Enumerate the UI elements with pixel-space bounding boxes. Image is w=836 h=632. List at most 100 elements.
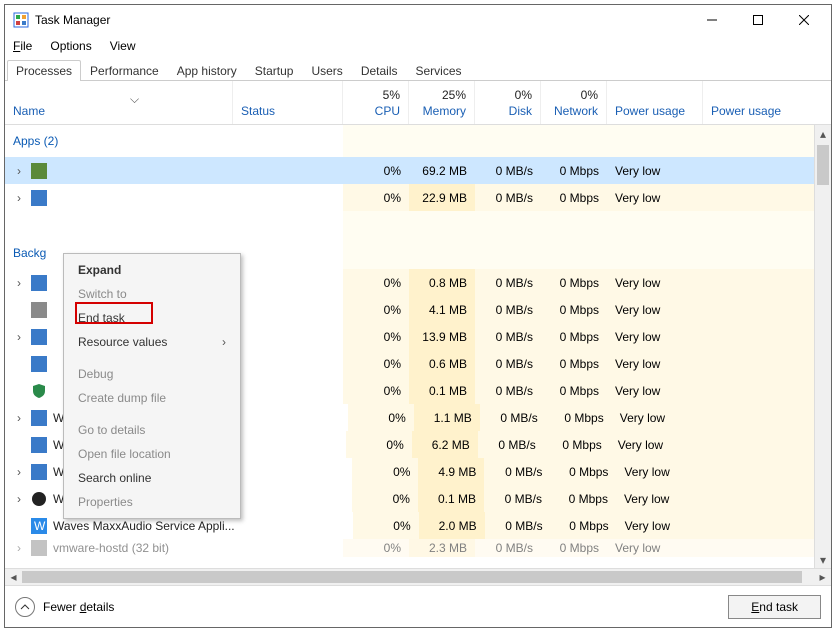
hscroll-thumb[interactable] (22, 571, 802, 583)
process-icon (31, 190, 47, 206)
process-row[interactable]: ›vmware-hostd (32 bit)0%2.3 MB0 MB/s0 Mb… (5, 539, 831, 557)
tab-users[interactable]: Users (302, 60, 351, 81)
cm-resource-values[interactable]: Resource values › (64, 330, 240, 354)
mem-val: 22.9 MB (409, 184, 475, 211)
cm-create-dump[interactable]: Create dump file (64, 386, 240, 410)
scroll-down-icon[interactable]: ▾ (815, 551, 831, 568)
titlebar: Task Manager (5, 5, 831, 35)
cpu-label: CPU (375, 104, 400, 118)
scroll-left-icon[interactable]: ◂ (5, 570, 22, 584)
expand-chevron-icon[interactable]: › (13, 330, 25, 344)
process-icon (31, 329, 47, 345)
group-apps[interactable]: Apps (2) (5, 125, 831, 157)
shield-icon (31, 383, 47, 399)
maximize-button[interactable] (735, 5, 781, 35)
disk-val: 0 MB/s (475, 184, 541, 211)
net-label: Network (554, 104, 598, 118)
context-menu: Expand Switch to End task Resource value… (63, 253, 241, 519)
process-name: Waves MaxxAudio Service Appli... (53, 519, 235, 533)
disk-label: Disk (509, 104, 532, 118)
end-task-button[interactable]: End task (728, 595, 821, 619)
cm-open-file-location[interactable]: Open file location (64, 442, 240, 466)
net-pct: 0% (581, 88, 598, 102)
content-area: Name ⌵ Status 5% CPU 25% Memory 0% Disk 0% N… (5, 81, 831, 585)
minimize-button[interactable] (689, 5, 735, 35)
tab-startup[interactable]: Startup (246, 60, 303, 81)
window-title: Task Manager (35, 13, 110, 27)
col-name-label: Name (13, 104, 45, 118)
expand-chevron-icon[interactable]: › (13, 276, 25, 290)
tab-app-history[interactable]: App history (168, 60, 246, 81)
expand-chevron-icon[interactable]: › (13, 465, 25, 479)
expand-chevron-icon[interactable]: › (13, 164, 25, 178)
menu-file[interactable]: File (11, 37, 34, 55)
cm-debug: Debug (64, 362, 240, 386)
cm-switch-to: Switch to (64, 282, 240, 306)
expand-chevron-icon[interactable]: › (13, 492, 25, 506)
menubar: File Options View (5, 35, 831, 57)
cpu-pct: 5% (383, 88, 400, 102)
group-spacer (5, 211, 831, 237)
process-icon (31, 437, 47, 453)
menu-options[interactable]: Options (48, 37, 93, 55)
process-icon (31, 464, 47, 480)
process-icon (31, 491, 47, 507)
pu-val: Very low (607, 184, 703, 211)
tab-performance[interactable]: Performance (81, 60, 168, 81)
col-power-usage[interactable]: Power usage (607, 81, 703, 124)
cm-rv-label: Resource values (78, 335, 167, 349)
vertical-scrollbar[interactable]: ▴ ▾ (814, 125, 831, 568)
process-icon (31, 163, 47, 179)
mem-pct: 25% (442, 88, 466, 102)
horizontal-scrollbar[interactable]: ◂ ▸ (5, 568, 831, 585)
cm-search-online[interactable]: Search online (64, 466, 240, 490)
scroll-right-icon[interactable]: ▸ (814, 570, 831, 584)
app-icon (13, 12, 29, 28)
col-name[interactable]: Name ⌵ (5, 81, 233, 124)
expand-chevron-icon[interactable]: › (13, 541, 25, 555)
col-network[interactable]: 0% Network (541, 81, 607, 124)
tab-services[interactable]: Services (407, 60, 471, 81)
tab-details[interactable]: Details (352, 60, 407, 81)
pu-label: Power usage (615, 104, 685, 118)
footer: Fewer details End task (5, 585, 831, 627)
chevron-right-icon: › (222, 335, 226, 349)
col-memory[interactable]: 25% Memory (409, 81, 475, 124)
cm-go-to-details[interactable]: Go to details (64, 418, 240, 442)
cm-end-task[interactable]: End task (64, 306, 240, 330)
mem-label: Memory (423, 104, 466, 118)
expand-chevron-icon[interactable]: › (13, 191, 25, 205)
process-icon (31, 302, 47, 318)
disk-pct: 0% (515, 88, 532, 102)
process-row[interactable]: › 0% 69.2 MB 0 MB/s 0 Mbps Very low (5, 157, 831, 184)
process-icon (31, 275, 47, 291)
sort-chevron-icon: ⌵ (128, 92, 142, 107)
mem-val: 69.2 MB (409, 157, 475, 184)
cm-expand[interactable]: Expand (64, 258, 240, 282)
tab-strip: Processes Performance App history Startu… (5, 57, 831, 81)
chevron-up-circle-icon (15, 597, 35, 617)
fewer-details-label: Fewer details (43, 600, 114, 614)
pu-val: Very low (607, 157, 703, 184)
column-headers: Name ⌵ Status 5% CPU 25% Memory 0% Disk 0% N… (5, 81, 831, 125)
cpu-val: 0% (343, 184, 409, 211)
svg-text:W: W (34, 519, 46, 533)
cm-properties[interactable]: Properties (64, 490, 240, 514)
tab-processes[interactable]: Processes (7, 60, 81, 81)
group-apps-label: Apps (2) (13, 134, 58, 148)
menu-view[interactable]: View (108, 37, 138, 55)
process-row[interactable]: › 0% 22.9 MB 0 MB/s 0 Mbps Very low (5, 184, 831, 211)
task-manager-window: Task Manager File Options View Processes… (4, 4, 832, 628)
net-val: 0 Mbps (541, 157, 607, 184)
col-power-usage-2[interactable]: Power usage (703, 81, 831, 124)
close-button[interactable] (781, 5, 827, 35)
col-disk[interactable]: 0% Disk (475, 81, 541, 124)
col-status-label: Status (241, 104, 275, 118)
fewer-details-button[interactable]: Fewer details (15, 597, 114, 617)
expand-chevron-icon[interactable]: › (13, 411, 25, 425)
scroll-up-icon[interactable]: ▴ (815, 125, 831, 142)
col-cpu[interactable]: 5% CPU (343, 81, 409, 124)
cpu-val: 0% (343, 157, 409, 184)
col-status[interactable]: Status (233, 81, 343, 124)
scroll-thumb[interactable] (817, 145, 829, 185)
